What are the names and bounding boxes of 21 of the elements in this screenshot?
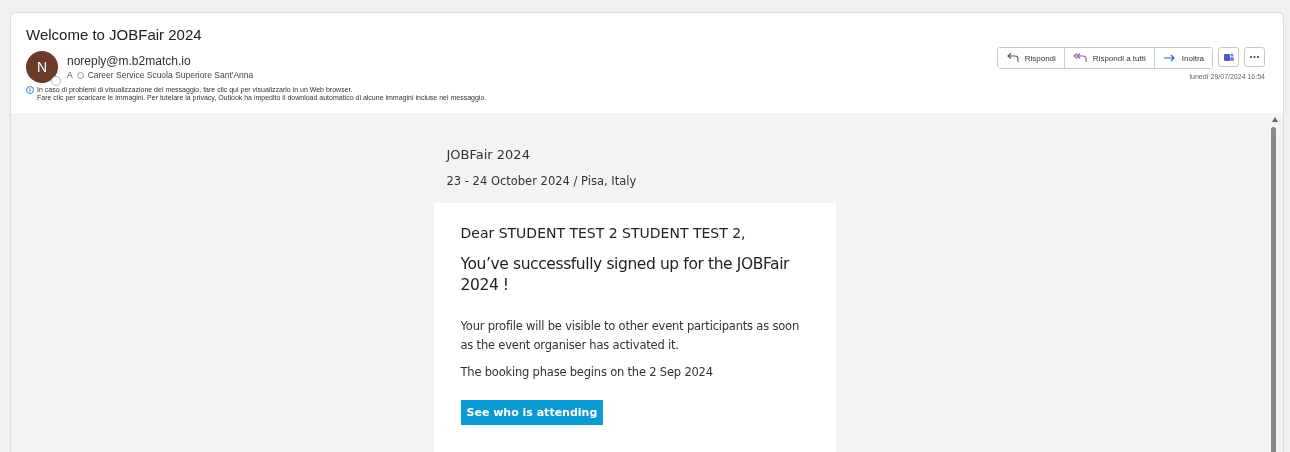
teams-icon bbox=[1223, 52, 1234, 62]
more-options-button[interactable] bbox=[1244, 47, 1265, 67]
headline: You’ve successfully signed up for the JOBFair 2024 ! bbox=[460, 254, 791, 296]
body-paragraph: The booking phase begins on the 2 Sep 2024 bbox=[460, 364, 714, 381]
info-icon bbox=[26, 86, 34, 94]
to-label: A bbox=[67, 70, 73, 80]
greeting: Dear STUDENT TEST 2 STUDENT TEST 2, bbox=[460, 225, 747, 241]
event-title: JOBFair 2024 bbox=[444, 146, 531, 162]
teams-button[interactable] bbox=[1218, 47, 1239, 67]
event-date: 23 - 24 October 2024 / Pisa, Italy bbox=[445, 173, 638, 188]
sender-address: noreply@m.b2match.io bbox=[67, 54, 192, 68]
reply-icon bbox=[1005, 53, 1019, 63]
reply-button[interactable]: Rispondi bbox=[997, 48, 1065, 68]
avatar: N bbox=[26, 51, 58, 83]
scrollbar-thumb[interactable] bbox=[1271, 127, 1276, 452]
recipient-name: Career Service Scuola Superiore Sant'Anna bbox=[87, 70, 254, 80]
forward-icon bbox=[1162, 53, 1176, 63]
body-paragraph: Your profile will be visible to other event participants as soon as the event organiser has activated it. bbox=[460, 318, 800, 354]
reply-all-icon bbox=[1072, 53, 1087, 63]
email-subject: Welcome to JOBFair 2024 bbox=[26, 26, 203, 43]
scroll-up-icon bbox=[1272, 117, 1278, 122]
